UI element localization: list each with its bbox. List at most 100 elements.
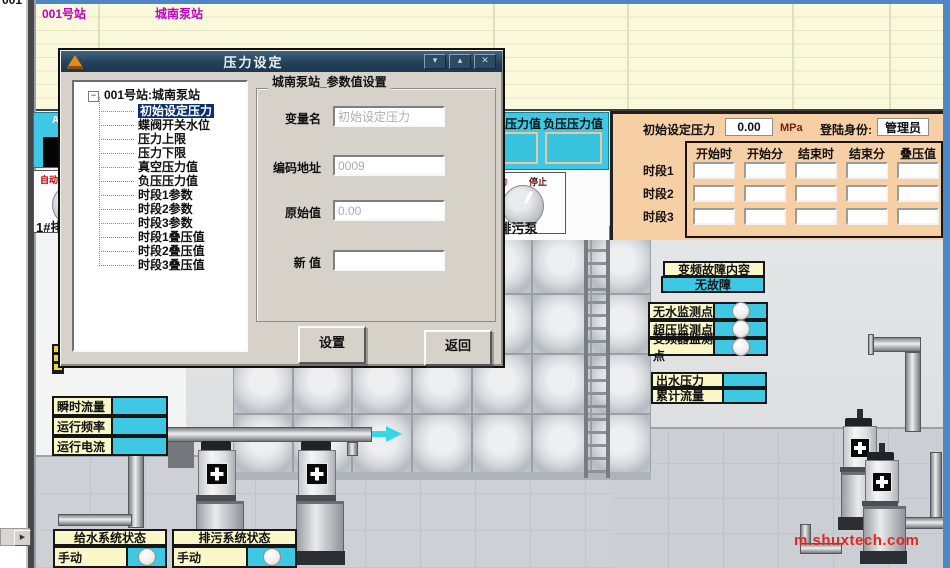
pump-body [298,450,336,497]
watermark: m.shuxtech.com [794,532,919,549]
period-row-label: 时段3 [643,208,674,225]
status-panel: 初始设定压力 0.00 MPa 登陆身份: 管理员 时段1时段2时段3 开始时开… [610,111,943,240]
monitor-lamp[interactable] [732,338,750,356]
parameter-tree: −001号站:城南泵站 初始设定压力蝶阀开关水位压力上限压力下限真空压力值负压压… [72,80,248,352]
left-display-panel: A [33,112,60,168]
pump-label-icon [872,472,892,492]
login-identity-label: 登陆身份: [820,121,872,138]
mode-lamp[interactable] [263,548,281,566]
station-no[interactable]: 001号站 [42,5,86,22]
period-table: 开始时开始分结束时结束分叠压值 [685,141,943,238]
mode-cell [126,546,167,568]
period-cell[interactable] [897,208,939,225]
pump-cross-icon [215,467,219,480]
monitor-cell [713,338,768,356]
tree-item[interactable]: 时段3叠压值 [74,258,246,272]
flow-value [111,436,168,456]
period-row-labels: 时段1时段2时段3 [643,160,685,240]
flow-row: 运行电流 [52,436,168,456]
pump-cap [201,441,231,450]
pump-body [198,450,236,497]
period-cell[interactable] [744,162,786,179]
negative-pressure-value [545,132,602,164]
tank-panel [532,234,592,294]
field-input-3[interactable] [333,200,445,221]
field-input-2[interactable] [333,155,445,176]
period-cell[interactable] [795,208,837,225]
pump-label-icon [306,463,328,485]
form-field-row: 新 值 [257,250,495,272]
flow-row: 瞬时流量 [52,396,168,416]
period-col-header: 结束时 [795,145,837,162]
period-cell[interactable] [693,208,735,225]
form-field-row: 原始值 [257,200,495,222]
mode-lamp[interactable] [138,548,156,566]
period-col-header: 结束分 [846,145,888,162]
period-cell[interactable] [846,162,888,179]
pump-pedestal [860,551,907,564]
period-cell[interactable] [795,185,837,202]
left-margin [0,0,26,568]
monitor-lamp[interactable] [732,320,750,338]
period-cell[interactable] [744,208,786,225]
form-group-title: 城南泵站_参数值设置 [268,73,391,90]
frame-right [943,0,950,568]
pump-cap [867,452,894,460]
pipe-t-stem [347,442,358,456]
form-field-row: 变量名 [257,106,495,128]
system-status-header: 给水系统状态 [53,529,167,546]
dialog-titlebar[interactable]: 压力设定 ▾ ▴ ✕ [61,51,502,72]
output-row: 累计流量 [651,388,767,404]
output-label: 累计流量 [651,388,724,404]
system-status-panels: 给水系统状态手动排污系统状态手动 [0,528,320,568]
pipe-flange [868,334,874,355]
monitor-row: 变频器监测点 [648,338,768,356]
period-cell[interactable] [846,208,888,225]
minimize-button[interactable]: ▾ [424,54,446,69]
output-panel: 出水压力累计流量 [651,372,767,404]
tank-ladder [584,226,610,478]
table-grid-line [792,4,794,109]
station-name[interactable]: 城南泵站 [155,5,203,22]
period-cell[interactable] [693,185,735,202]
period-cell[interactable] [693,162,735,179]
pipe-tank-right-top [872,337,921,352]
pipe-tank-right-vertical [905,352,921,432]
scada-screen: 001 001号站 城南泵站 [0,0,950,568]
period-col-header: 开始时 [693,145,735,162]
scrollbar-track[interactable]: ▶ [0,528,30,546]
tree-collapse-icon[interactable]: − [88,91,99,102]
table-grid-line [627,4,629,109]
pump-cap [301,441,331,450]
period-cell[interactable] [795,162,837,179]
monitor-cell [713,320,768,338]
field-label: 变量名 [257,110,321,127]
monitor-label: 变频器监测点 [648,338,715,356]
period-cell[interactable] [897,162,939,179]
monitor-row: 无水监测点 [648,302,768,320]
flow-label: 运行频率 [52,416,113,436]
close-button[interactable]: ✕ [474,54,496,69]
period-cell[interactable] [897,185,939,202]
table-grid-line [889,4,891,109]
field-input-4[interactable] [333,250,445,271]
scrollbar-right-arrow[interactable]: ▶ [14,530,31,546]
pipe-left-elbow [58,514,132,526]
flow-value [111,416,168,436]
pump1-auto-label: 自动 [40,173,58,186]
system-status-row: 手动 [53,546,167,568]
field-input-1[interactable] [333,106,445,127]
output-value [722,372,767,388]
output-value [722,388,767,404]
tank-panel [532,294,592,354]
back-button[interactable]: 返回 [424,330,492,366]
set-button[interactable]: 设置 [298,326,366,364]
mode-cell [246,546,297,568]
pump-body [865,460,899,503]
pump-cross-icon [880,476,884,488]
period-cell[interactable] [744,185,786,202]
pump2-knob-pointer [524,191,533,204]
monitor-lamp[interactable] [732,302,750,320]
period-cell[interactable] [846,185,888,202]
maximize-button[interactable]: ▴ [449,54,471,69]
